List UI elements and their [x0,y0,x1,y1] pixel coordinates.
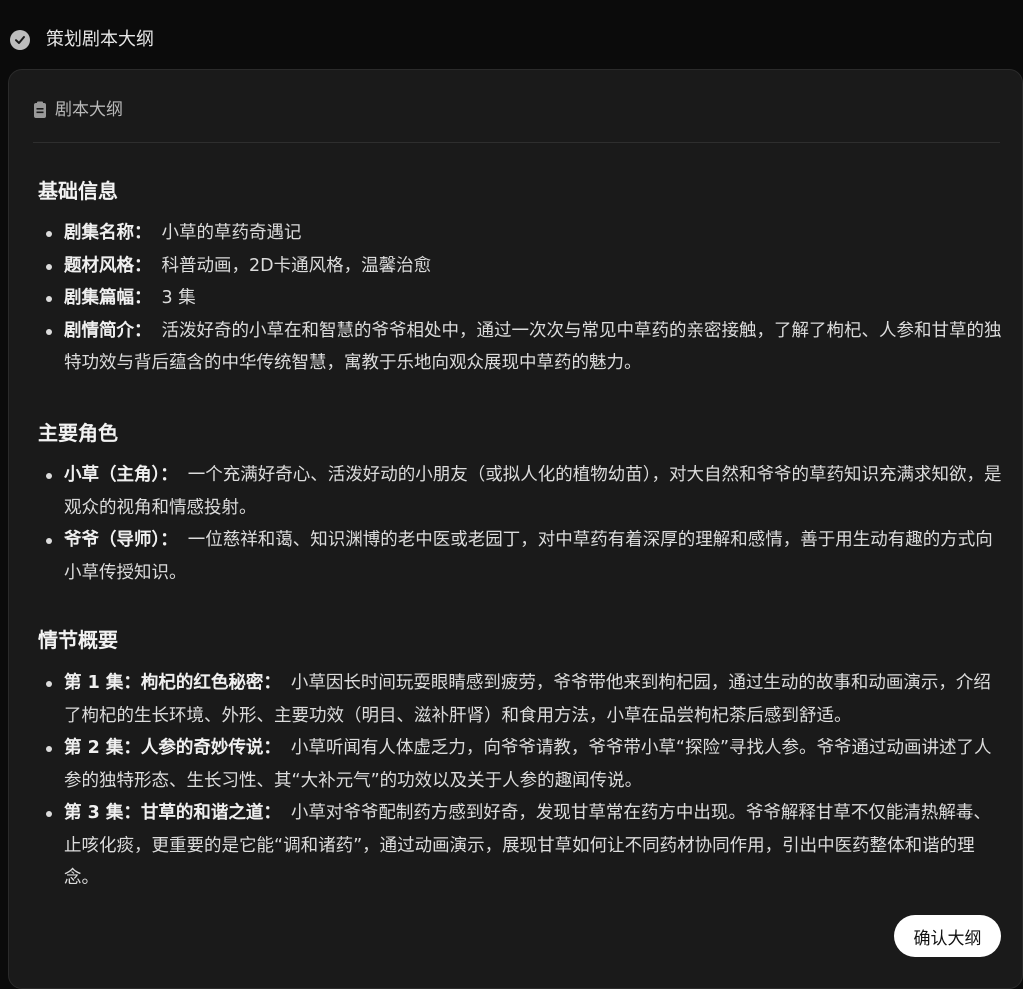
item-value: 小草的草药奇遇记 [161,223,302,243]
item-key: 小草（主角）： [64,465,178,485]
list-item: 题材风格： 科普动画，2D卡通风格，温馨治愈 [38,250,1003,283]
list-item: 第 2 集：人参的奇妙传说： 小草听闻有人体虚乏力，向爷爷请教，爷爷带小草“探险”… [38,732,1003,797]
item-value: 一位慈祥和蔼、知识渊博的老中医或老园丁，对中草药有着深厚的理解和感情，善于用生动… [64,530,993,583]
step-title: 策划剧本大纲 [46,29,154,50]
item-key: 剧情简介： [64,320,152,341]
list-item: 剧集篇幅： 3 集 [38,282,1003,315]
section-title-plot-summary: 情节概要 [38,628,118,652]
confirm-outline-button[interactable]: 确认大纲 [894,915,1001,957]
step-header: 策划剧本大纲 [0,0,1023,70]
item-value: 科普动画，2D卡通风格，温馨治愈 [161,255,432,276]
list-item: 爷爷（导师）： 一位慈祥和蔼、知识渊博的老中医或老园丁，对中草药有着深厚的理解和感… [38,524,1003,589]
check-circle-icon [10,30,30,50]
item-key: 第 1 集：枸杞的红色秘密： [64,673,281,693]
document-icon [33,101,47,119]
list-item: 剧集名称： 小草的草药奇遇记 [38,217,1003,250]
item-value: 一个充满好奇心、活泼好动的小朋友（或拟人化的植物幼苗），对大自然和爷爷的草药知识… [64,465,1002,518]
item-key: 剧集篇幅： [64,288,152,308]
list-item: 第 3 集：甘草的和谐之道： 小草对爷爷配制药方感到好奇，发现甘草常在药方中出现。… [38,797,1003,895]
list-item: 剧情简介： 活泼好奇的小草在和智慧的爷爷相处中，通过一次次与常见中草药的亲密接触，… [38,315,1003,380]
plot-list: 第 1 集：枸杞的红色秘密： 小草因长时间玩耍眼睛感到疲劳，爷爷带他来到枸杞园，通… [38,667,1003,895]
outline-card: 剧本大纲 基础信息 剧集名称： 小草的草药奇遇记 题材风格： 科普动画，2D卡通风格… [8,69,1023,989]
card-header-title: 剧本大纲 [55,100,123,120]
list-item: 小草（主角）： 一个充满好奇心、活泼好动的小朋友（或拟人化的植物幼苗），对大自然和… [38,459,1003,524]
card-header: 剧本大纲 [33,98,123,122]
header-divider [33,142,1000,143]
list-item: 第 1 集：枸杞的红色秘密： 小草因长时间玩耍眼睛感到疲劳，爷爷带他来到枸杞园，通… [38,667,1003,732]
characters-list: 小草（主角）： 一个充满好奇心、活泼好动的小朋友（或拟人化的植物幼苗），对大自然和… [38,459,1003,589]
section-title-basic-info: 基础信息 [38,179,118,203]
item-key: 剧集名称： [64,223,152,243]
basic-info-list: 剧集名称： 小草的草药奇遇记 题材风格： 科普动画，2D卡通风格，温馨治愈 剧集篇幅… [38,217,1003,380]
item-key: 题材风格： [64,255,152,276]
item-key: 第 3 集：甘草的和谐之道： [64,803,281,823]
item-value: 活泼好奇的小草在和智慧的爷爷相处中，通过一次次与常见中草药的亲密接触，了解了枸杞… [64,320,1002,374]
item-value: 3 集 [161,288,196,308]
item-key: 爷爷（导师）： [64,530,178,550]
item-key: 第 2 集：人参的奇妙传说： [64,738,281,758]
section-title-main-characters: 主要角色 [38,421,118,445]
